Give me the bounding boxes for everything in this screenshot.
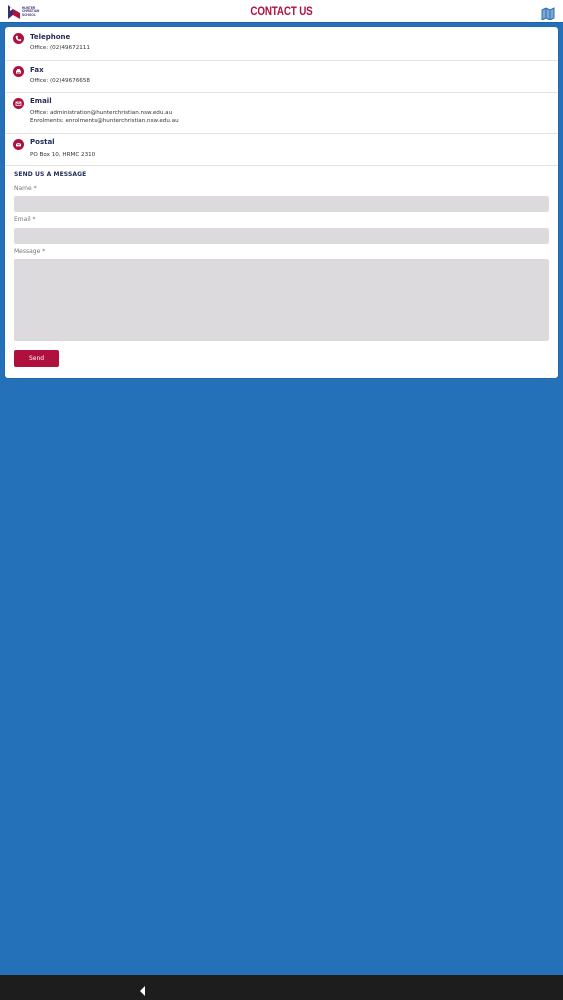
page-title: CONTACT US [250,4,313,18]
system-nav-bar [0,975,563,1000]
contact-row-fax: Fax Office: (02)49676658 [5,61,558,93]
school-logo[interactable]: HUNTER CHRISTIAN SCHOOL [8,4,48,20]
email-label: Email [30,97,52,105]
fax-office: Office: (02)49676658 [30,78,90,84]
fax-label: Fax [30,66,44,74]
email-office[interactable]: Office: administration@hunterchristian.n… [30,109,172,117]
send-button[interactable]: Send [14,350,59,367]
phone-icon [13,33,24,44]
message-textarea[interactable] [14,259,549,341]
fax-icon [13,66,24,77]
contact-card: Telephone Office: (02)49672111 Fax Offic… [5,27,558,378]
map-icon[interactable] [541,5,555,21]
contact-row-email: Email Office: administration@hunterchris… [5,93,558,134]
logo-mark-icon [8,5,20,19]
email-input[interactable] [14,228,549,244]
email-field-label: Email * [14,216,36,223]
back-triangle-icon[interactable] [138,982,148,996]
name-input[interactable] [14,196,549,212]
contact-row-telephone: Telephone Office: (02)49672111 [5,27,558,61]
message-field-label: Message * [14,248,46,255]
name-field-label: Name * [14,185,37,192]
telephone-office[interactable]: Office: (02)49672111 [30,44,90,52]
contact-row-postal: Postal PO Box 10, HRMC 2310 [5,134,558,166]
email-icon [13,98,24,109]
logo-text: HUNTER CHRISTIAN SCHOOL [22,5,40,17]
form-section-title: SEND US A MESSAGE [14,171,87,178]
postal-label: Postal [30,138,55,146]
telephone-label: Telephone [30,33,71,41]
postal-address: PO Box 10, HRMC 2310 [30,152,96,158]
app-header: HUNTER CHRISTIAN SCHOOL CONTACT US [0,0,563,23]
postal-icon [13,139,24,150]
email-enrolments[interactable]: Enrolments: enrolments@hunterchristian.n… [30,117,179,125]
